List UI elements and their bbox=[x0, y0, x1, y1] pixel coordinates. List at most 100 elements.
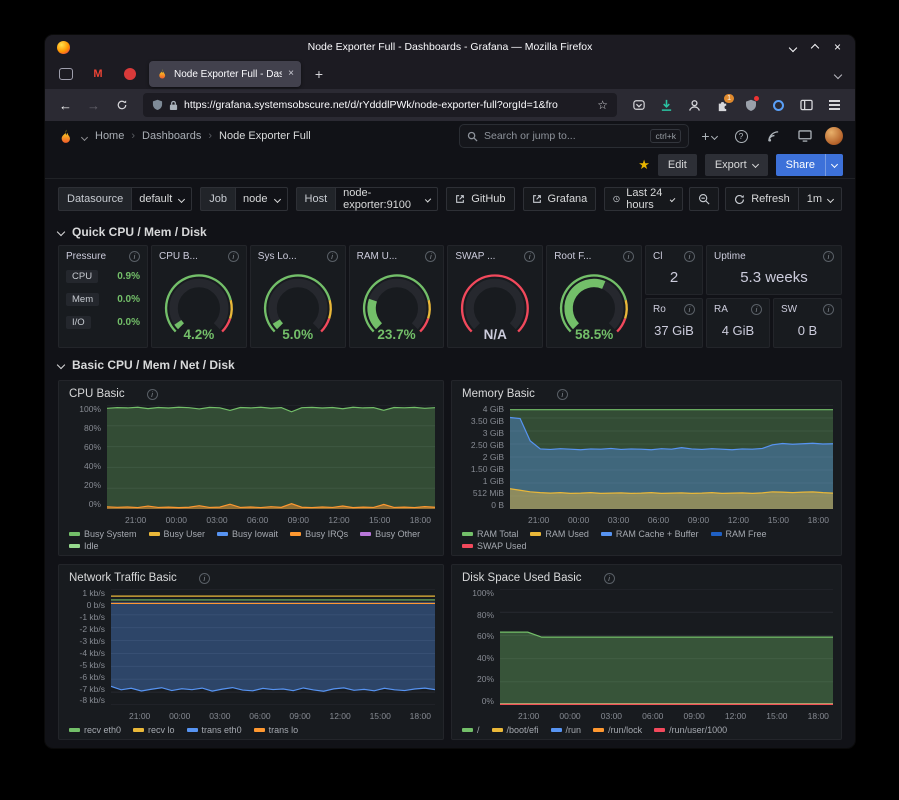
legend-item[interactable]: Busy User bbox=[149, 529, 206, 539]
panel-sys-load[interactable]: Sys Lo...i 5.0% bbox=[250, 245, 346, 348]
share-button[interactable]: Share bbox=[776, 154, 843, 176]
tab-overflow-icon[interactable] bbox=[835, 65, 847, 83]
panel-title[interactable]: Uptime bbox=[714, 251, 746, 262]
chart-canvas[interactable] bbox=[111, 589, 435, 705]
legend-item[interactable]: recv lo bbox=[133, 725, 175, 735]
grafana-logo[interactable] bbox=[57, 128, 74, 145]
var-datasource[interactable]: Datasource default bbox=[58, 187, 192, 211]
url-bar[interactable]: https://grafana.systemsobscure.net/d/rYd… bbox=[143, 93, 617, 117]
info-icon[interactable]: i bbox=[425, 251, 436, 262]
section-basic[interactable]: Basic CPU / Mem / Net / Disk bbox=[58, 358, 842, 372]
legend-item[interactable]: Busy IRQs bbox=[290, 529, 348, 539]
account-icon[interactable] bbox=[682, 93, 707, 117]
info-icon[interactable]: i bbox=[199, 573, 210, 584]
back-button[interactable]: ← bbox=[53, 93, 78, 117]
panel-network-traffic-basic[interactable]: Network Traffic Basici 1 kb/s0 b/s-1 kb/… bbox=[58, 564, 444, 740]
panel-pressure[interactable]: Pressurei CPU0.9% Mem0.0% I/O0.0% bbox=[58, 245, 148, 348]
lock-icon[interactable] bbox=[169, 100, 178, 111]
adblock-shield-icon[interactable] bbox=[738, 93, 763, 117]
legend-item[interactable]: trans lo bbox=[254, 725, 299, 735]
news-icon[interactable] bbox=[761, 124, 785, 148]
extensions-icon[interactable]: 1 bbox=[710, 93, 735, 117]
firefox-view-icon[interactable] bbox=[53, 62, 79, 86]
legend-item[interactable]: / bbox=[462, 725, 480, 735]
legend-item[interactable]: Busy Iowait bbox=[217, 529, 278, 539]
grafana-link-button[interactable]: Grafana bbox=[523, 187, 597, 211]
info-icon[interactable]: i bbox=[129, 251, 140, 262]
info-icon[interactable]: i bbox=[327, 251, 338, 262]
panel-uptime[interactable]: Uptimei 5.3 weeks bbox=[706, 245, 842, 295]
org-switcher-icon[interactable] bbox=[82, 127, 87, 145]
chart-canvas[interactable] bbox=[500, 589, 833, 705]
section-quick[interactable]: Quick CPU / Mem / Disk bbox=[58, 225, 842, 239]
legend-item[interactable]: Busy System bbox=[69, 529, 137, 539]
time-range-picker[interactable]: Last 24 hours bbox=[604, 187, 683, 211]
tab-close-icon[interactable]: × bbox=[288, 69, 294, 79]
var-job[interactable]: Job node bbox=[200, 187, 287, 211]
panel-cpu-cores[interactable]: Cli 2 bbox=[645, 245, 703, 295]
info-icon[interactable]: i bbox=[684, 304, 695, 315]
panel-title[interactable]: Network Traffic Basic bbox=[69, 572, 177, 584]
info-icon[interactable]: i bbox=[623, 251, 634, 262]
refresh-button[interactable]: Refresh bbox=[725, 187, 799, 211]
pocket-icon[interactable] bbox=[626, 93, 651, 117]
legend-item[interactable]: /run/user/1000 bbox=[654, 725, 727, 735]
panel-title[interactable]: CPU B... bbox=[159, 251, 198, 262]
tracking-shield-icon[interactable] bbox=[152, 99, 163, 111]
legend-item[interactable]: trans eth0 bbox=[187, 725, 242, 735]
legend-item[interactable]: recv eth0 bbox=[69, 725, 121, 735]
chart-canvas[interactable] bbox=[510, 405, 833, 509]
info-icon[interactable]: i bbox=[751, 304, 762, 315]
legend-item[interactable]: /boot/efi bbox=[492, 725, 539, 735]
active-tab[interactable]: Node Exporter Full - Dashbo × bbox=[149, 61, 301, 87]
bookmark-star-icon[interactable]: ☆ bbox=[597, 98, 608, 112]
panel-title[interactable]: RAM U... bbox=[357, 251, 398, 262]
github-link-button[interactable]: GitHub bbox=[446, 187, 514, 211]
panel-rootfs-total[interactable]: Roi 37 GiB bbox=[645, 298, 703, 348]
new-menu-button[interactable]: + bbox=[697, 124, 721, 148]
info-icon[interactable]: i bbox=[524, 251, 535, 262]
panel-ram-total[interactable]: RAi 4 GiB bbox=[706, 298, 770, 348]
panel-title[interactable]: Cl bbox=[653, 251, 662, 262]
legend-item[interactable]: RAM Used bbox=[530, 529, 589, 539]
panel-title[interactable]: SWAP ... bbox=[455, 251, 495, 262]
legend-item[interactable]: /run/lock bbox=[593, 725, 642, 735]
info-icon[interactable]: i bbox=[557, 389, 568, 400]
share-menu-icon[interactable] bbox=[825, 154, 843, 176]
panel-title[interactable]: Sys Lo... bbox=[258, 251, 297, 262]
edit-button[interactable]: Edit bbox=[658, 154, 697, 176]
info-icon[interactable]: i bbox=[823, 251, 834, 262]
panel-swap-total[interactable]: SWi 0 B bbox=[773, 298, 842, 348]
favorite-star-icon[interactable]: ★ bbox=[638, 157, 650, 173]
panel-disk-space-used-basic[interactable]: Disk Space Used Basici 100%80%60%40%20%0… bbox=[451, 564, 842, 740]
user-avatar[interactable] bbox=[825, 127, 843, 145]
info-icon[interactable]: i bbox=[684, 251, 695, 262]
downloads-icon[interactable] bbox=[654, 93, 679, 117]
legend-item[interactable]: /run bbox=[551, 725, 582, 735]
panel-cpu-busy[interactable]: CPU B...i 4.2% bbox=[151, 245, 247, 348]
panel-title[interactable]: Ro bbox=[653, 304, 666, 315]
container-icon[interactable] bbox=[766, 93, 791, 117]
pinned-tab-gmail[interactable]: M bbox=[85, 62, 111, 86]
reload-button[interactable] bbox=[109, 93, 134, 117]
screen-icon[interactable] bbox=[793, 124, 817, 148]
legend-item[interactable]: RAM Cache + Buffer bbox=[601, 529, 699, 539]
panel-memory-basic[interactable]: Memory Basici 4 GiB3.50 GiB3 GiB2.50 GiB… bbox=[451, 380, 842, 556]
panel-rootfs-used[interactable]: Root F...i 58.5% bbox=[546, 245, 642, 348]
legend-item[interactable]: Idle bbox=[69, 541, 99, 551]
panel-title[interactable]: CPU Basic bbox=[69, 388, 125, 400]
panel-title[interactable]: SW bbox=[781, 304, 797, 315]
legend-item[interactable]: RAM Total bbox=[462, 529, 518, 539]
window-titlebar[interactable]: Node Exporter Full - Dashboards - Grafan… bbox=[45, 35, 855, 59]
panel-cpu-basic[interactable]: CPU Basici 100%80%60%40%20%0% 21:0000:00… bbox=[58, 380, 444, 556]
zoom-out-button[interactable] bbox=[689, 187, 719, 211]
export-button[interactable]: Export bbox=[705, 154, 768, 176]
info-icon[interactable]: i bbox=[604, 573, 615, 584]
help-icon[interactable]: ? bbox=[729, 124, 753, 148]
info-icon[interactable]: i bbox=[823, 304, 834, 315]
panel-title[interactable]: Pressure bbox=[66, 251, 106, 262]
window-close-button[interactable]: × bbox=[834, 41, 841, 53]
panel-swap-used[interactable]: SWAP ...i N/A bbox=[447, 245, 543, 348]
chart-canvas[interactable] bbox=[107, 405, 435, 509]
legend-item[interactable]: SWAP Used bbox=[462, 541, 527, 551]
